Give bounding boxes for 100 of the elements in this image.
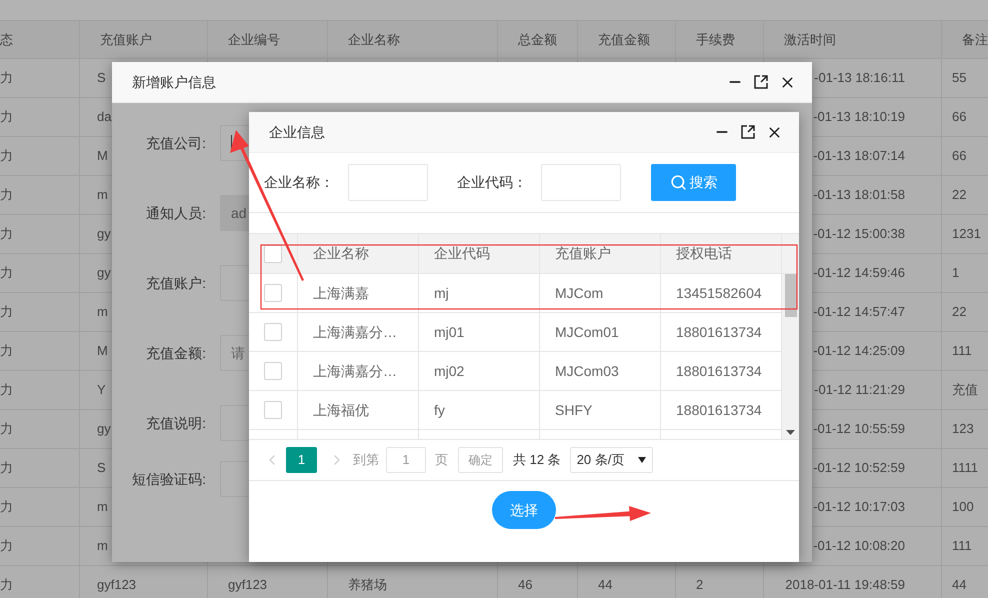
table-cell-text: 100 bbox=[952, 498, 974, 516]
table-cell-text: da bbox=[97, 108, 112, 126]
table-cell-text: 上海满嘉分… bbox=[313, 322, 397, 342]
table-cell-text: m bbox=[97, 303, 108, 322]
table-cell-text: 13451582604 bbox=[676, 284, 762, 302]
table-cell-text: 充值 bbox=[952, 381, 978, 400]
column-header: 态 bbox=[0, 30, 13, 49]
dialog-title: 新增账户信息 bbox=[132, 72, 216, 92]
table-cell-text: 力 bbox=[0, 420, 13, 438]
scroll-down-icon[interactable] bbox=[786, 430, 795, 435]
table-cell-text: m bbox=[97, 498, 108, 516]
table-cell-text: 力 bbox=[0, 576, 13, 594]
confirm-button[interactable]: 确定 bbox=[458, 447, 503, 473]
page-input[interactable]: 1 bbox=[386, 447, 426, 473]
checkbox[interactable] bbox=[264, 244, 282, 262]
table-cell-text: 力 bbox=[0, 186, 13, 204]
table-cell-text: -01-12 14:59:46 bbox=[813, 264, 905, 282]
table-cell-text: 22 bbox=[952, 186, 966, 204]
maximize-icon[interactable] bbox=[753, 74, 769, 90]
select-button[interactable]: 选择 bbox=[492, 491, 556, 529]
table-cell-text: M bbox=[97, 147, 108, 166]
table-cell-text: 111 bbox=[952, 342, 972, 360]
field-label: 充值金额: bbox=[146, 344, 206, 362]
table-cell-text: -01-12 10:17:03 bbox=[813, 498, 905, 516]
table-cell-text: gy bbox=[97, 225, 111, 244]
table-cell-text: 上海福优 bbox=[313, 400, 369, 420]
dialog-title: 企业信息 bbox=[269, 122, 325, 142]
column-header: 授权电话 bbox=[676, 244, 732, 263]
table-cell-text: gy bbox=[97, 420, 111, 438]
field-label: 充值账户: bbox=[146, 274, 206, 292]
table-cell-text: 123 bbox=[952, 420, 974, 438]
checkbox[interactable] bbox=[264, 401, 282, 419]
field-label: 通知人员: bbox=[146, 204, 206, 222]
field-label: 企业名称： bbox=[264, 173, 334, 192]
table-cell-text: 22 bbox=[952, 303, 966, 322]
table-cell-text: m bbox=[97, 537, 108, 556]
table-cell-text: 力 bbox=[0, 498, 13, 516]
table-cell-text: gyf123 bbox=[97, 576, 136, 594]
table-cell-text: -01-13 18:16:11 bbox=[814, 69, 905, 88]
scrollbar-thumb[interactable] bbox=[784, 274, 796, 316]
table-cell-text: 力 bbox=[0, 264, 13, 282]
table-cell-text: 力 bbox=[0, 537, 13, 556]
table-cell-text: M bbox=[97, 342, 108, 360]
table-cell-text: 44 bbox=[598, 576, 612, 594]
field-label: 充值说明: bbox=[146, 414, 206, 432]
table-cell-text: mj bbox=[434, 284, 449, 303]
table-cell-text: -01-12 10:08:20 bbox=[813, 537, 905, 556]
checkbox[interactable] bbox=[264, 284, 282, 302]
table-cell-text: 2018-01-11 19:48:59 bbox=[785, 576, 905, 594]
table-cell-text: 力 bbox=[0, 303, 13, 322]
table-cell-text: 力 bbox=[0, 381, 13, 400]
column-header: 充值账户 bbox=[100, 30, 152, 49]
table-cell-text: -01-12 10:55:59 bbox=[813, 420, 905, 438]
checkbox[interactable] bbox=[264, 323, 282, 341]
column-header: 企业代码 bbox=[434, 244, 490, 263]
table-cell-text: 111 bbox=[952, 537, 972, 556]
table-cell-text: 1 bbox=[952, 264, 960, 282]
table-cell-text: 66 bbox=[952, 108, 966, 126]
input-field[interactable] bbox=[541, 164, 621, 201]
scrollbar[interactable] bbox=[782, 274, 799, 439]
table-cell-text: MJCom bbox=[555, 284, 604, 302]
checkbox[interactable] bbox=[264, 362, 282, 380]
table-cell-text: -01-12 14:57:47 bbox=[813, 303, 905, 322]
table-cell-text: 力 bbox=[0, 69, 13, 88]
table-cell-text: -01-13 18:01:58 bbox=[813, 186, 905, 204]
column-header: 充值账户 bbox=[555, 244, 611, 263]
table-cell-text: mj01 bbox=[434, 322, 464, 342]
page-button[interactable]: 1 bbox=[286, 447, 317, 473]
table-cell-text: 66 bbox=[952, 147, 966, 166]
table-cell-text: -01-13 18:07:14 bbox=[813, 147, 905, 166]
table-cell-text: 2 bbox=[696, 576, 704, 594]
table-cell-text: 力 bbox=[0, 147, 13, 166]
table-cell-text: 力 bbox=[0, 459, 13, 478]
column-header: 总金额 bbox=[518, 30, 557, 49]
table-cell-text: 18801613734 bbox=[676, 322, 762, 342]
table-cell-text: 力 bbox=[0, 225, 13, 244]
table-cell-text: 46 bbox=[518, 576, 532, 594]
maximize-icon[interactable] bbox=[740, 124, 756, 140]
column-header: 手续费 bbox=[696, 30, 735, 49]
total-count: 共 12 条 bbox=[513, 451, 561, 470]
field-label: 短信验证码: bbox=[132, 470, 206, 488]
table-cell-text: S bbox=[97, 69, 106, 88]
page-size-select[interactable]: 20 条/页 bbox=[570, 447, 653, 473]
table-cell-text: -01-12 11:21:29 bbox=[814, 381, 905, 400]
page-unit-label: 页 bbox=[435, 451, 448, 470]
table-cell-text: -01-12 14:25:09 bbox=[813, 342, 905, 360]
table-cell-text: MJCom03 bbox=[555, 362, 619, 380]
table-cell-text: -01-12 10:52:59 bbox=[813, 459, 905, 478]
input-field[interactable] bbox=[348, 164, 428, 201]
table-cell-text: 44 bbox=[952, 576, 966, 594]
search-icon bbox=[670, 174, 686, 191]
table-cell-text: mj02 bbox=[434, 362, 464, 381]
field-label: 充值公司: bbox=[146, 134, 206, 152]
column-header: 备注 bbox=[962, 30, 988, 49]
column-header: 充值金额 bbox=[598, 30, 650, 49]
table-cell-text: -01-12 15:00:38 bbox=[813, 225, 905, 244]
table-cell-text: 力 bbox=[0, 342, 13, 360]
table-cell-text: MJCom01 bbox=[555, 322, 619, 342]
table-cell-text: gy bbox=[97, 264, 111, 282]
search-button[interactable]: 搜索 bbox=[651, 164, 736, 201]
